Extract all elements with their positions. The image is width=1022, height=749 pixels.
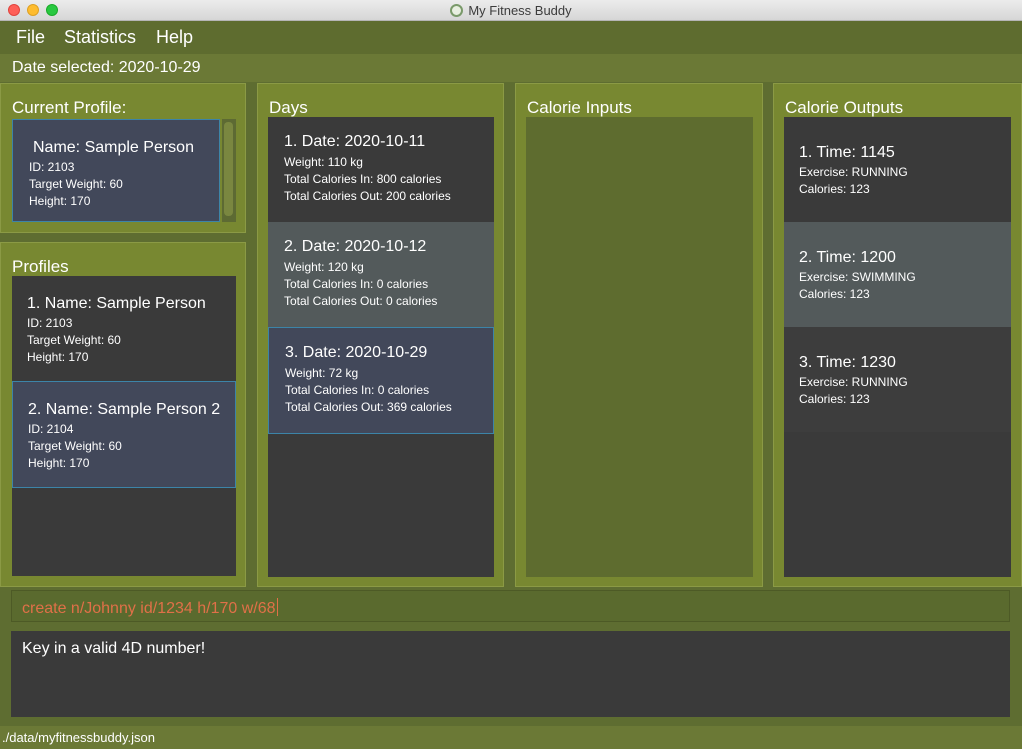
profile-name: 2. Name: Sample Person 2 bbox=[28, 401, 221, 418]
day-list-item[interactable]: 3. Date: 2020-10-29 Weight: 72 kg Total … bbox=[268, 327, 494, 434]
day-date: 2. Date: 2020-10-12 bbox=[284, 238, 427, 255]
day-weight: Weight: 120 kg bbox=[284, 260, 364, 274]
current-profile-card: Name: Sample Person ID: 2103 Target Weig… bbox=[12, 119, 220, 222]
days-list: 1. Date: 2020-10-11 Weight: 110 kg Total… bbox=[268, 117, 494, 577]
date-selected-bar: Date selected: 2020-10-29 bbox=[0, 54, 1022, 82]
result-display: Key in a valid 4D number! bbox=[11, 631, 1010, 717]
text-caret bbox=[276, 598, 278, 616]
days-title: Days bbox=[269, 98, 308, 117]
profiles-list: 1. Name: Sample Person ID: 2103 Target W… bbox=[12, 276, 236, 576]
day-calories-out: Total Calories Out: 0 calories bbox=[284, 294, 438, 308]
current-profile-id: ID: 2103 bbox=[29, 160, 75, 174]
menu-file[interactable]: File bbox=[16, 27, 45, 48]
current-profile-scrollbar[interactable] bbox=[222, 119, 236, 222]
calorie-inputs-panel: Calorie Inputs bbox=[515, 83, 763, 587]
date-selected-label: Date selected: 2020-10-29 bbox=[12, 59, 201, 76]
output-calories: Calories: 123 bbox=[799, 287, 870, 301]
current-profile-panel: Current Profile: Name: Sample Person ID:… bbox=[0, 83, 246, 233]
command-input[interactable]: create n/Johnny id/1234 h/170 w/68 bbox=[11, 590, 1010, 622]
day-calories-in: Total Calories In: 0 calories bbox=[284, 277, 429, 291]
day-list-item[interactable]: 1. Date: 2020-10-11 Weight: 110 kg Total… bbox=[268, 117, 494, 222]
scrollbar-thumb[interactable] bbox=[224, 122, 233, 216]
calorie-outputs-list: 1. Time: 1145 Exercise: RUNNING Calories… bbox=[784, 117, 1011, 577]
calorie-inputs-list bbox=[526, 117, 753, 577]
calorie-outputs-title: Calorie Outputs bbox=[785, 98, 904, 117]
save-location: ./data/myfitnessbuddy.json bbox=[2, 730, 155, 745]
current-profile-name: Name: Sample Person bbox=[33, 139, 194, 156]
day-date: 3. Date: 2020-10-29 bbox=[285, 344, 428, 361]
calorie-output-item[interactable]: 2. Time: 1200 Exercise: SWIMMING Calorie… bbox=[784, 222, 1011, 327]
profile-target: Target Weight: 60 bbox=[27, 333, 121, 347]
command-text: create n/Johnny id/1234 h/170 w/68 bbox=[22, 600, 276, 617]
day-list-item[interactable]: 2. Date: 2020-10-12 Weight: 120 kg Total… bbox=[268, 222, 494, 327]
output-exercise: Exercise: RUNNING bbox=[799, 375, 908, 389]
profile-name: 1. Name: Sample Person bbox=[27, 295, 206, 312]
day-calories-in: Total Calories In: 800 calories bbox=[284, 172, 442, 186]
profile-list-item[interactable]: 2. Name: Sample Person 2 ID: 2104 Target… bbox=[12, 381, 236, 488]
output-exercise: Exercise: RUNNING bbox=[799, 165, 908, 179]
menu-help[interactable]: Help bbox=[156, 27, 193, 48]
window-title: My Fitness Buddy bbox=[468, 3, 572, 18]
output-time: 2. Time: 1200 bbox=[799, 249, 896, 266]
current-profile-target: Target Weight: 60 bbox=[29, 177, 123, 191]
profiles-title: Profiles bbox=[12, 257, 69, 276]
output-calories: Calories: 123 bbox=[799, 392, 870, 406]
profile-height: Height: 170 bbox=[28, 456, 90, 470]
profile-height: Height: 170 bbox=[27, 350, 89, 364]
calorie-outputs-panel: Calorie Outputs 1. Time: 1145 Exercise: … bbox=[773, 83, 1022, 587]
day-calories-out: Total Calories Out: 200 calories bbox=[284, 189, 451, 203]
day-weight: Weight: 110 kg bbox=[284, 155, 363, 169]
calorie-inputs-title: Calorie Inputs bbox=[527, 98, 632, 117]
profile-target: Target Weight: 60 bbox=[28, 439, 122, 453]
day-calories-out: Total Calories Out: 369 calories bbox=[285, 400, 452, 414]
profile-list-item[interactable]: 1. Name: Sample Person ID: 2103 Target W… bbox=[12, 276, 236, 381]
current-profile-title: Current Profile: bbox=[12, 98, 127, 117]
menu-statistics[interactable]: Statistics bbox=[64, 27, 136, 48]
profile-id: ID: 2103 bbox=[27, 316, 73, 330]
output-time: 3. Time: 1230 bbox=[799, 354, 896, 371]
profile-id: ID: 2104 bbox=[28, 422, 74, 436]
result-message: Key in a valid 4D number! bbox=[22, 640, 206, 657]
day-weight: Weight: 72 kg bbox=[285, 366, 359, 380]
output-time: 1. Time: 1145 bbox=[799, 144, 895, 161]
calorie-output-item[interactable]: 1. Time: 1145 Exercise: RUNNING Calories… bbox=[784, 117, 1011, 222]
app-icon bbox=[450, 4, 464, 17]
days-panel: Days 1. Date: 2020-10-11 Weight: 110 kg … bbox=[257, 83, 504, 587]
status-bar: ./data/myfitnessbuddy.json bbox=[0, 726, 1022, 749]
output-calories: Calories: 123 bbox=[799, 182, 870, 196]
current-profile-height: Height: 170 bbox=[29, 194, 91, 208]
menu-bar: File Statistics Help bbox=[0, 21, 1022, 54]
day-calories-in: Total Calories In: 0 calories bbox=[285, 383, 430, 397]
day-date: 1. Date: 2020-10-11 bbox=[284, 133, 426, 150]
profiles-panel: Profiles 1. Name: Sample Person ID: 2103… bbox=[0, 242, 246, 587]
output-exercise: Exercise: SWIMMING bbox=[799, 270, 916, 284]
calorie-output-item[interactable]: 3. Time: 1230 Exercise: RUNNING Calories… bbox=[784, 327, 1011, 432]
window-titlebar: My Fitness Buddy bbox=[0, 0, 1022, 21]
